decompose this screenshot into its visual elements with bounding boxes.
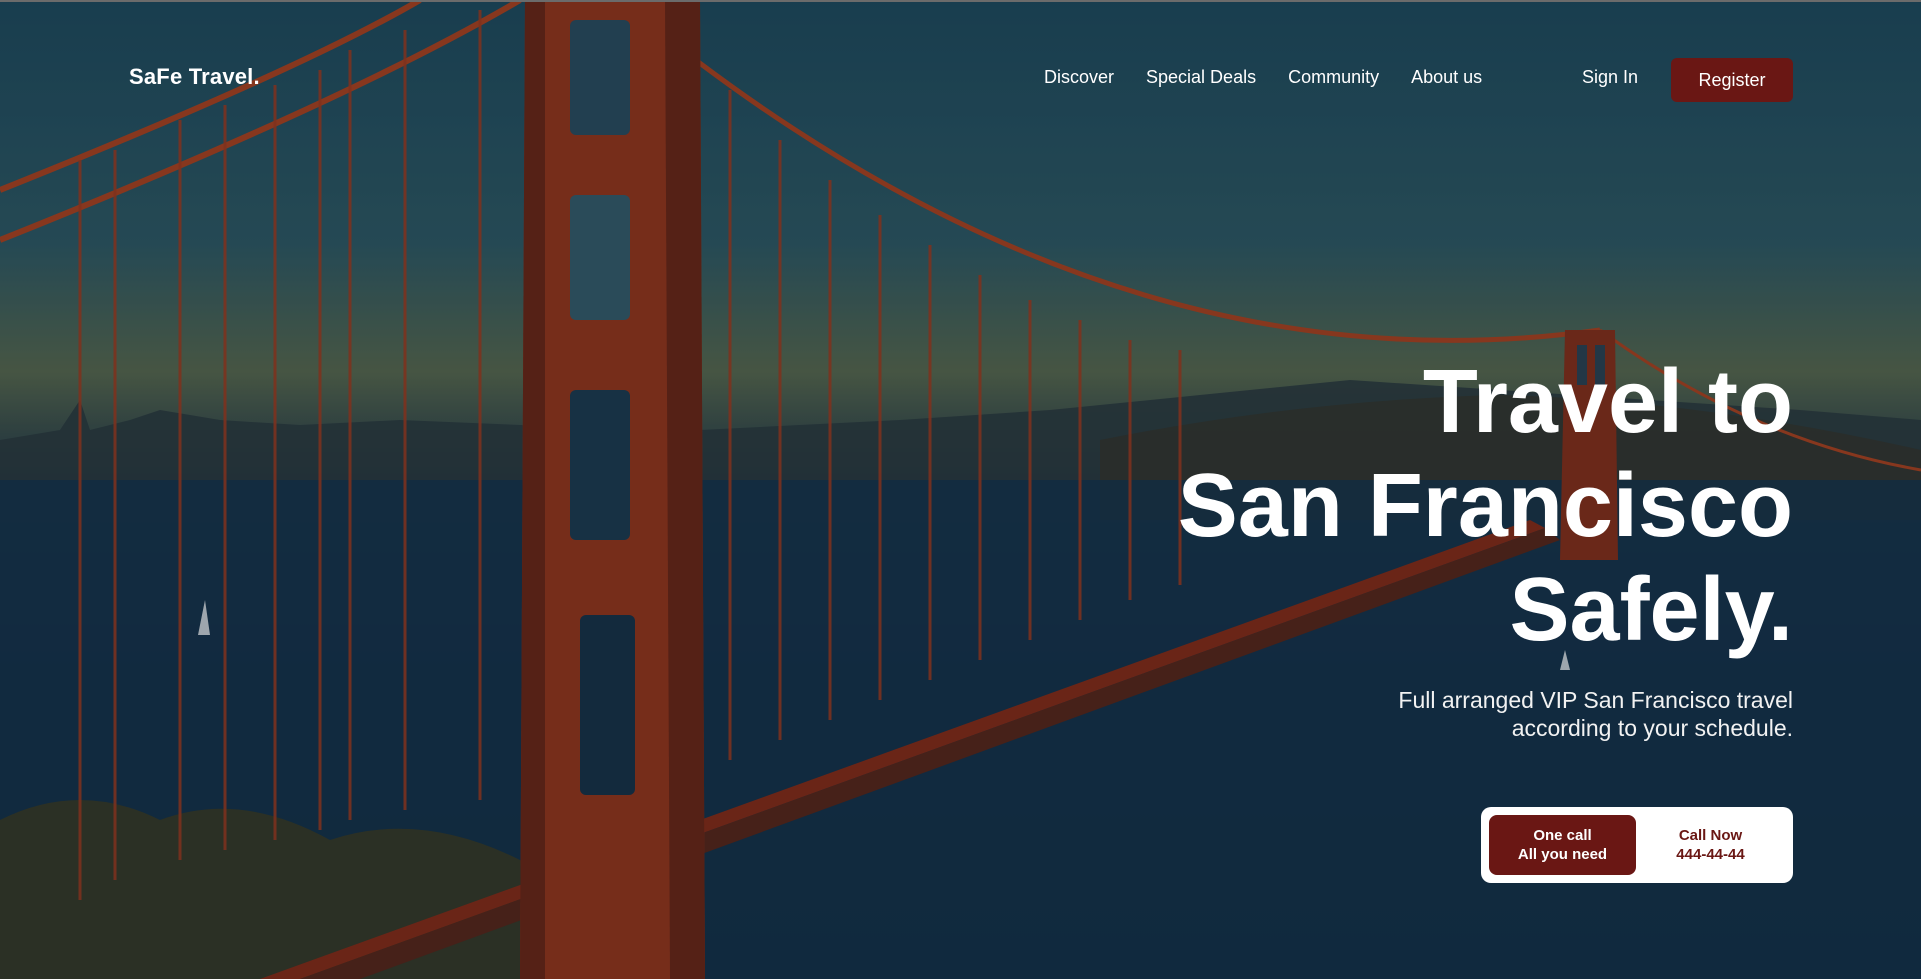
all-you-need-label: All you need (1517, 846, 1608, 863)
subtitle-line: Full arranged VIP San Francisco travel (1398, 687, 1793, 713)
nav-item-discover[interactable]: Discover (1044, 67, 1114, 88)
headline-line: San Francisco (1177, 456, 1793, 556)
subtitle-line: according to your schedule. (1511, 715, 1793, 741)
phone-number: 444-44-44 (1676, 846, 1745, 863)
hero-section: SaFe Travel. Discover Special Deals Comm… (0, 0, 1921, 979)
brand-logo[interactable]: SaFe Travel. (129, 64, 260, 90)
register-button[interactable]: Register (1671, 58, 1793, 102)
headline-line: Travel to (1422, 352, 1793, 452)
sign-in-link[interactable]: Sign In (1582, 67, 1638, 88)
hero-headline: Travel to San Francisco Safely. (1178, 350, 1793, 662)
call-now-button[interactable]: Call Now 444-44-44 (1636, 815, 1785, 875)
nav-item-about-us[interactable]: About us (1411, 67, 1482, 88)
hero-subtitle: Full arranged VIP San Francisco travel a… (1398, 686, 1793, 742)
cta-group: One call All you need Call Now 444-44-44 (1481, 807, 1793, 883)
nav-item-community[interactable]: Community (1288, 67, 1379, 88)
one-call-button[interactable]: One call All you need (1489, 815, 1636, 875)
nav-item-special-deals[interactable]: Special Deals (1146, 67, 1256, 88)
main-nav: Discover Special Deals Community About u… (1044, 67, 1482, 88)
call-now-label: Call Now (1678, 827, 1743, 844)
one-call-label: One call (1533, 827, 1592, 844)
headline-line: Safely. (1509, 560, 1794, 660)
top-border (0, 0, 1921, 2)
